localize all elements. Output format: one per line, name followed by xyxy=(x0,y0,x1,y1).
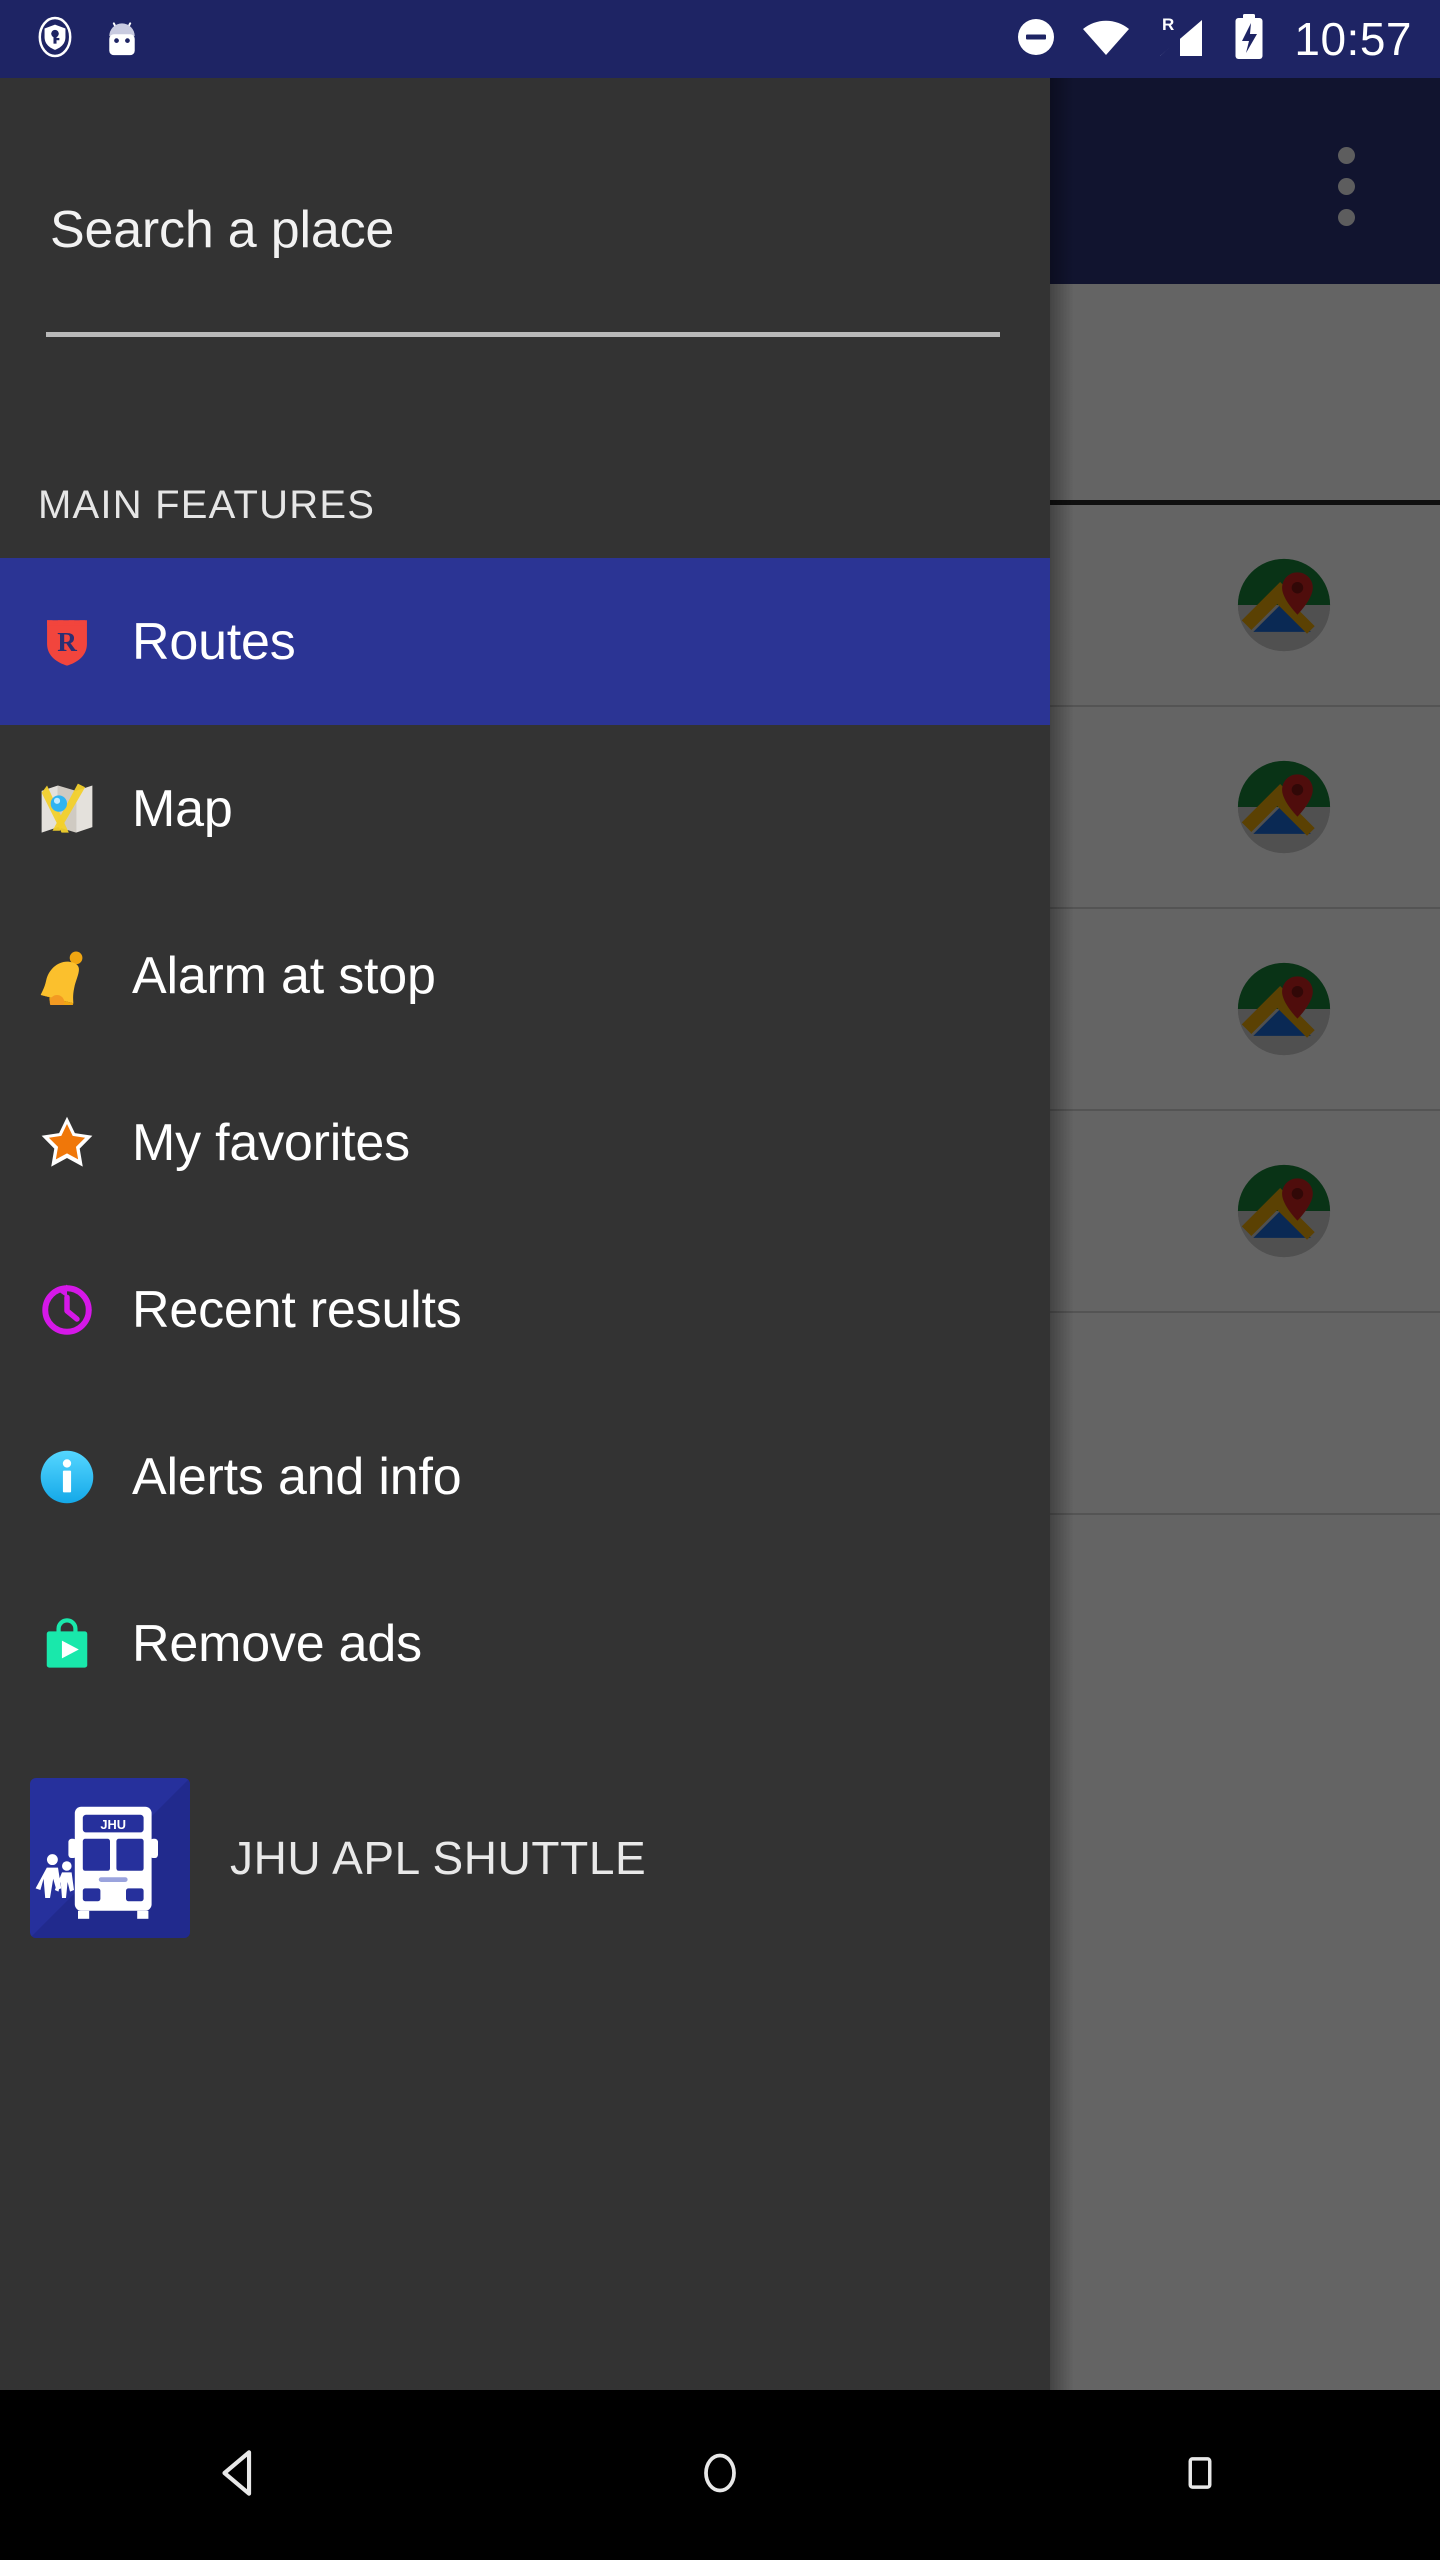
sidebar-item-my-favorites[interactable]: My favorites xyxy=(0,1059,1050,1226)
do-not-disturb-icon xyxy=(1014,15,1058,64)
history-clock-icon xyxy=(36,1279,98,1341)
sidebar-item-remove-ads[interactable]: Remove ads xyxy=(0,1560,1050,1727)
status-bar-clock: 10:57 xyxy=(1294,13,1412,65)
sidebar-item-label: My favorites xyxy=(132,1113,410,1172)
home-button[interactable] xyxy=(480,2390,960,2560)
sidebar-item-label: Recent results xyxy=(132,1280,462,1339)
phone-screen: Search a place MAIN FEATURES R Routes Ma… xyxy=(0,0,1440,2560)
sidebar-item-label: Remove ads xyxy=(132,1614,422,1673)
roaming-signal-icon: R xyxy=(1154,14,1210,65)
sidebar-item-recent-results[interactable]: Recent results xyxy=(0,1226,1050,1393)
sidebar-item-alerts-and-info[interactable]: Alerts and info xyxy=(0,1393,1050,1560)
home-circle-icon xyxy=(692,2445,748,2506)
svg-text:R: R xyxy=(57,627,77,657)
status-bar-right-icons: R 10:57 xyxy=(1014,0,1412,78)
sidebar-item-routes[interactable]: R Routes xyxy=(0,558,1050,725)
bell-icon xyxy=(36,945,98,1007)
drawer-menu: R Routes Map Alarm at stop My favorites … xyxy=(0,558,1050,1727)
recents-button[interactable] xyxy=(960,2390,1440,2560)
section-header-main-features: MAIN FEATURES xyxy=(38,483,376,527)
android-head-icon xyxy=(102,17,142,62)
recents-square-icon xyxy=(1174,2447,1226,2504)
navigation-drawer: Search a place MAIN FEATURES R Routes Ma… xyxy=(0,78,1050,2390)
sidebar-item-label: Map xyxy=(132,779,233,838)
wifi-icon xyxy=(1080,15,1132,64)
star-icon xyxy=(36,1112,98,1174)
sidebar-item-label: Routes xyxy=(132,612,296,671)
sidebar-item-map[interactable]: Map xyxy=(0,725,1050,892)
app-promo-label: JHU APL SHUTTLE xyxy=(230,1832,647,1884)
svg-text:JHU: JHU xyxy=(100,1817,126,1832)
vpn-key-shield-icon xyxy=(36,16,74,63)
battery-charging-icon xyxy=(1232,13,1266,66)
app-promo-jhu-apl-shuttle[interactable]: JHU JHU APL SHUTTLE xyxy=(0,1778,1050,1938)
jhu-shuttle-app-icon: JHU xyxy=(30,1778,190,1938)
info-circle-icon xyxy=(36,1446,98,1508)
svg-text:R: R xyxy=(1162,15,1174,34)
status-bar-left-icons xyxy=(36,0,142,78)
sidebar-item-label: Alerts and info xyxy=(132,1447,462,1506)
route-shield-icon: R xyxy=(36,611,98,673)
system-navigation-bar xyxy=(0,2390,1440,2560)
back-button[interactable] xyxy=(0,2390,480,2560)
sidebar-item-alarm-at-stop[interactable]: Alarm at stop xyxy=(0,892,1050,1059)
search-input[interactable]: Search a place xyxy=(50,200,394,260)
back-triangle-icon xyxy=(209,2442,271,2509)
search-area: Search a place xyxy=(0,78,1050,350)
drawer-edge-shadow xyxy=(1050,78,1074,2390)
play-store-bag-icon xyxy=(36,1613,98,1675)
status-bar: R 10:57 xyxy=(0,0,1440,78)
folded-map-icon xyxy=(36,778,98,840)
search-underline xyxy=(46,332,1000,337)
sidebar-item-label: Alarm at stop xyxy=(132,946,436,1005)
